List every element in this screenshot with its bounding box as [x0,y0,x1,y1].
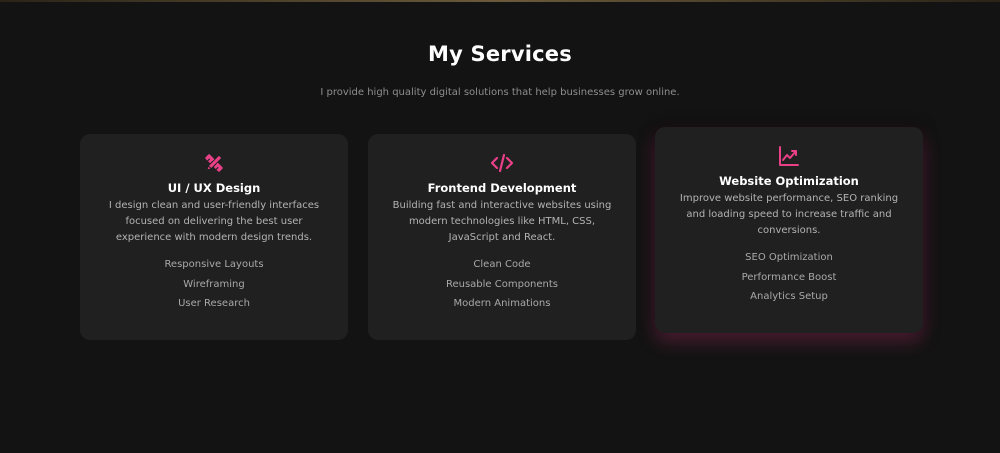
section-subtitle: I provide high quality digital solutions… [320,87,680,98]
chart-line-icon [779,146,799,166]
card-feature-list: SEO Optimization Performance Boost Analy… [669,248,909,307]
list-item: Analytics Setup [750,291,828,302]
card-title: Website Optimization [719,174,859,188]
service-card-optimization[interactable]: Website Optimization Improve website per… [655,127,923,333]
services-section: My Services I provide high quality digit… [0,0,1000,453]
card-title: Frontend Development [427,181,577,195]
pencil-ruler-icon [205,154,223,172]
list-item: Modern Animations [453,298,551,309]
code-icon [490,153,514,173]
service-card-ui-ux[interactable]: UI / UX Design I design clean and user-f… [80,134,348,340]
list-item: Responsive Layouts [164,259,264,270]
card-title: UI / UX Design [167,181,261,195]
list-item: Performance Boost [741,271,837,283]
card-description: I design clean and user-friendly interfa… [108,200,320,243]
service-card-frontend[interactable]: Frontend Development Building fast and i… [368,134,636,340]
list-item: User Research [178,298,250,309]
section-title: My Services [428,42,572,66]
list-item: Wireframing [183,278,245,290]
card-description: Improve website performance, SEO ranking… [679,193,899,236]
list-item: SEO Optimization [745,252,833,263]
card-feature-list: Responsive Layouts Wireframing User Rese… [94,255,334,314]
list-item: Reusable Components [445,278,559,290]
card-feature-list: Clean Code Reusable Components Modern An… [382,255,622,314]
card-description: Building fast and interactive websites u… [392,200,612,243]
list-item: Clean Code [473,259,531,270]
